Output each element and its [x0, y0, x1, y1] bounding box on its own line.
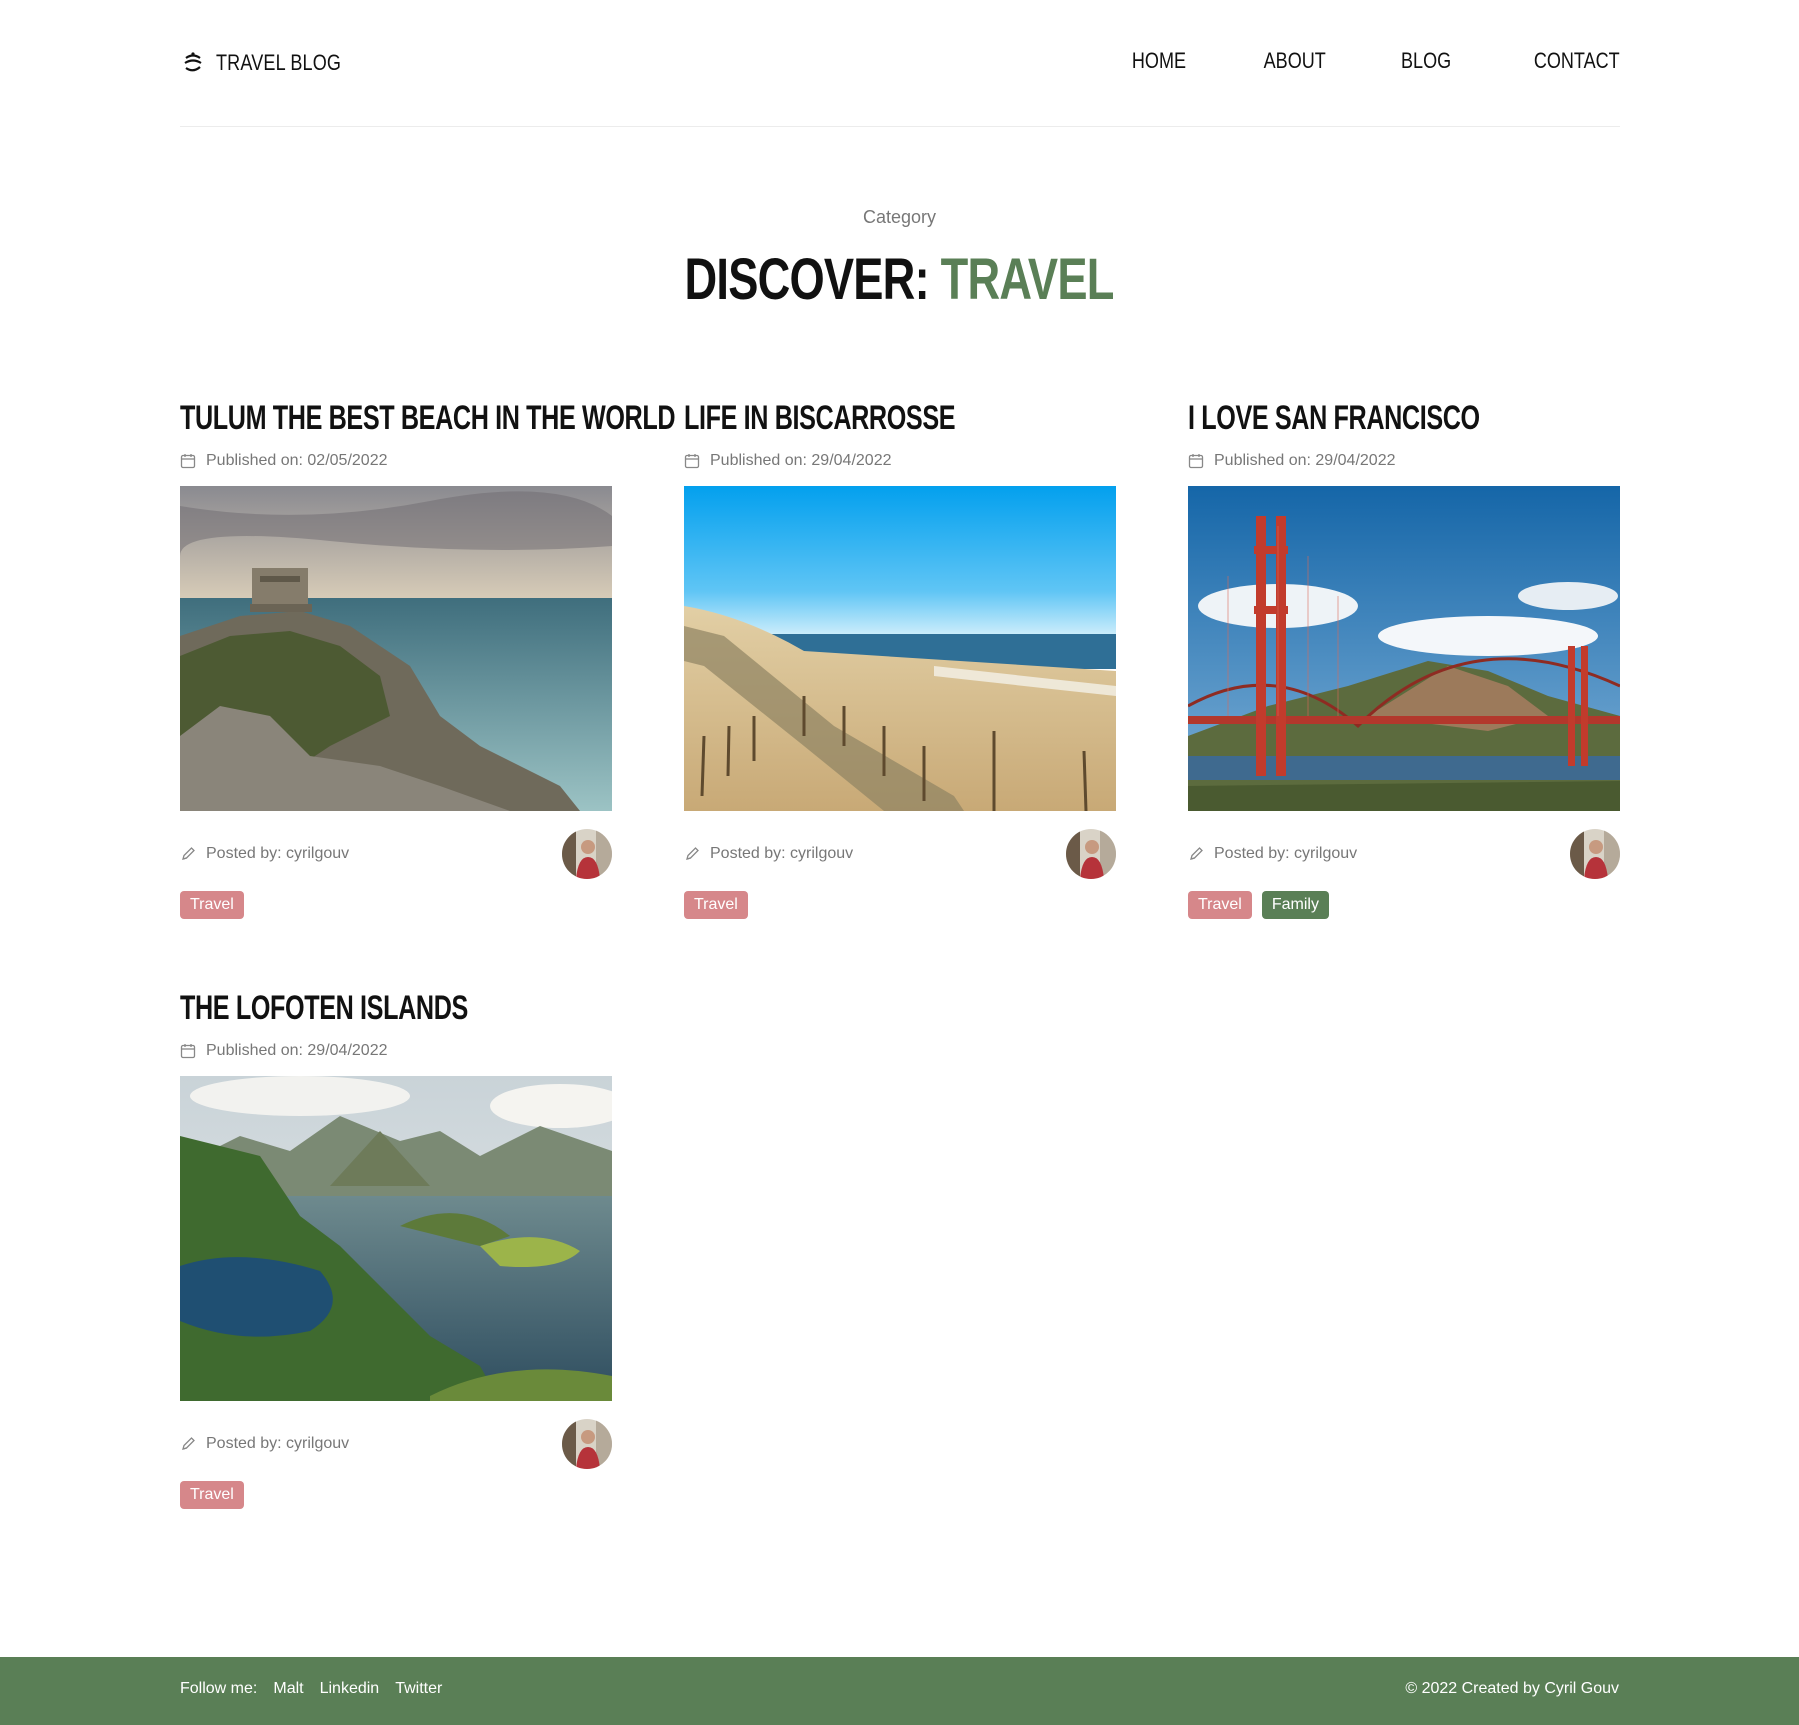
main-nav: HOME ABOUT BLOG CONTACT [1056, 48, 1620, 74]
calendar-icon [180, 454, 196, 469]
post-author-row: Posted by: cyrilgouv [180, 1419, 612, 1469]
footer-social: Follow me: Malt Linkedin Twitter [180, 1680, 442, 1698]
post-date-text: Published on: 29/04/2022 [1214, 452, 1396, 469]
site-logo[interactable]: TRAVEL BLOG [180, 48, 369, 78]
post-tags: Travel [684, 891, 1116, 919]
tag-travel[interactable]: Travel [684, 891, 748, 919]
post-author-text: Posted by: cyrilgouv [206, 845, 350, 862]
calendar-icon [180, 1044, 196, 1059]
calendar-icon [1188, 454, 1204, 469]
post-image[interactable] [1188, 486, 1620, 811]
logo-icon [180, 50, 206, 76]
post-title[interactable]: THE LOFOTEN ISLANDS [180, 988, 468, 1028]
post-author-text: Posted by: cyrilgouv [710, 845, 854, 862]
footer-link-twitter[interactable]: Twitter [395, 1680, 442, 1698]
post-author-text: Posted by: cyrilgouv [1214, 845, 1358, 862]
calendar-icon [684, 454, 700, 469]
pencil-icon [182, 847, 195, 860]
post-date-text: Published on: 29/04/2022 [206, 1042, 388, 1059]
post-card: THE LOFOTEN ISLANDS Published on: 29/04/… [180, 988, 612, 1509]
post-author: Posted by: cyrilgouv [180, 845, 349, 863]
post-title[interactable]: TULUM THE BEST BEACH IN THE WORLD [180, 398, 676, 438]
site-footer: Follow me: Malt Linkedin Twitter © 2022 … [0, 1657, 1799, 1725]
post-author: Posted by: cyrilgouv [180, 1435, 349, 1453]
nav-home[interactable]: HOME [1132, 48, 1186, 74]
tag-travel[interactable]: Travel [180, 891, 244, 919]
page-title-accent: TRAVEL [941, 247, 1115, 312]
pencil-icon [182, 1437, 195, 1450]
nav-about[interactable]: ABOUT [1264, 48, 1326, 74]
post-title[interactable]: I LOVE SAN FRANCISCO [1188, 398, 1480, 438]
footer-link-linkedin[interactable]: Linkedin [320, 1680, 380, 1698]
post-author-text: Posted by: cyrilgouv [206, 1435, 350, 1452]
page-title-prefix: DISCOVER: [684, 247, 930, 312]
post-date: Published on: 29/04/2022 [684, 450, 1116, 472]
avatar[interactable] [562, 1419, 612, 1469]
post-title[interactable]: LIFE IN BISCARROSSE [684, 398, 956, 438]
post-author-row: Posted by: cyrilgouv [684, 829, 1116, 879]
post-author: Posted by: cyrilgouv [684, 845, 853, 863]
post-card: LIFE IN BISCARROSSE Published on: 29/04/… [684, 398, 1116, 919]
tag-travel[interactable]: Travel [1188, 891, 1252, 919]
post-tags: Travel [180, 891, 612, 919]
post-date: Published on: 02/05/2022 [180, 450, 612, 472]
footer-link-malt[interactable]: Malt [273, 1680, 303, 1698]
category-label: Category [862, 207, 937, 227]
post-image[interactable] [684, 486, 1116, 811]
post-date-text: Published on: 02/05/2022 [206, 452, 388, 469]
post-card: TULUM THE BEST BEACH IN THE WORLD Publis… [180, 398, 676, 919]
pencil-icon [1190, 847, 1203, 860]
post-author-row: Posted by: cyrilgouv [180, 829, 612, 879]
pencil-icon [686, 847, 699, 860]
tag-family[interactable]: Family [1261, 891, 1329, 919]
avatar[interactable] [562, 829, 612, 879]
post-date-text: Published on: 29/04/2022 [710, 452, 892, 469]
post-image[interactable] [180, 1076, 612, 1401]
post-tags: Travel Family [1188, 891, 1620, 919]
avatar[interactable] [1066, 829, 1116, 879]
follow-label: Follow me: [180, 1680, 258, 1697]
post-card: I LOVE SAN FRANCISCO Published on: 29/04… [1188, 398, 1620, 919]
site-header: TRAVEL BLOG HOME ABOUT BLOG CONTACT [180, 0, 1620, 127]
avatar[interactable] [1570, 829, 1620, 879]
page-title: DISCOVER: TRAVEL [0, 246, 1799, 313]
post-date: Published on: 29/04/2022 [180, 1040, 612, 1062]
post-date: Published on: 29/04/2022 [1188, 450, 1620, 472]
post-image[interactable] [180, 486, 612, 811]
nav-contact[interactable]: CONTACT [1534, 48, 1620, 74]
post-tags: Travel [180, 1481, 612, 1509]
logo-text: TRAVEL BLOG [216, 50, 342, 75]
post-author-row: Posted by: cyrilgouv [1188, 829, 1620, 879]
copyright: © 2022 Created by Cyril Gouv [1405, 1680, 1619, 1697]
post-author: Posted by: cyrilgouv [1188, 845, 1357, 863]
nav-blog[interactable]: BLOG [1401, 48, 1451, 74]
tag-travel[interactable]: Travel [180, 1481, 244, 1509]
